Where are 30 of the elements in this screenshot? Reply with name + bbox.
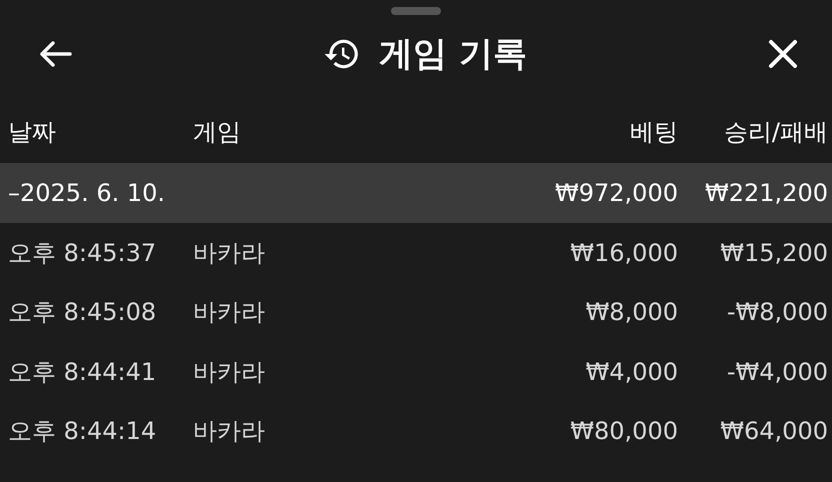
table-cell-text: ₩4,000 <box>584 358 678 386</box>
column-header: 게임 <box>193 117 242 148</box>
table-cell-text: 오후 8:45:37 <box>8 238 158 269</box>
group-date: –2025. 6. 10. <box>8 179 166 207</box>
table-cell-text: ₩64,000 <box>719 417 828 446</box>
back-arrow-icon <box>38 41 72 67</box>
table-cell-text: 바카라 <box>193 356 266 388</box>
column-header: 베팅 <box>629 117 678 148</box>
close-button[interactable] <box>768 39 798 69</box>
column-header: 날짜 <box>8 117 57 148</box>
table-cell-text: ₩15,200 <box>719 238 828 267</box>
table-cell-text: 바카라 <box>193 297 266 328</box>
table-cell-text: 바카라 <box>193 416 266 448</box>
group-bet-total: ₩972,000 <box>554 179 678 207</box>
table-cell-text: 오후 8:45:08 <box>8 297 158 328</box>
column-header: 승리/패배 <box>722 117 828 148</box>
table-cell-text: 바카라 <box>193 238 266 269</box>
table-cell-text: 오후 8:44:41 <box>8 356 158 388</box>
close-icon <box>768 39 798 69</box>
drag-handle[interactable] <box>391 7 441 15</box>
date-group-row[interactable]: –2025. 6. 10. ₩972,000 ₩221,200 <box>0 163 832 223</box>
window-title: 게임 기록 <box>379 33 527 76</box>
table-cell-text: ₩80,000 <box>569 417 678 446</box>
table-cell-text: -₩4,000 <box>726 358 828 386</box>
table-cell-text: -₩8,000 <box>726 298 828 326</box>
table-cell-text: ₩16,000 <box>569 238 678 267</box>
table-cell-text: 오후 8:44:14 <box>8 416 158 448</box>
group-result-total: ₩221,200 <box>704 179 828 207</box>
back-button[interactable] <box>38 41 72 67</box>
table-cell-text: ₩8,000 <box>584 298 678 326</box>
